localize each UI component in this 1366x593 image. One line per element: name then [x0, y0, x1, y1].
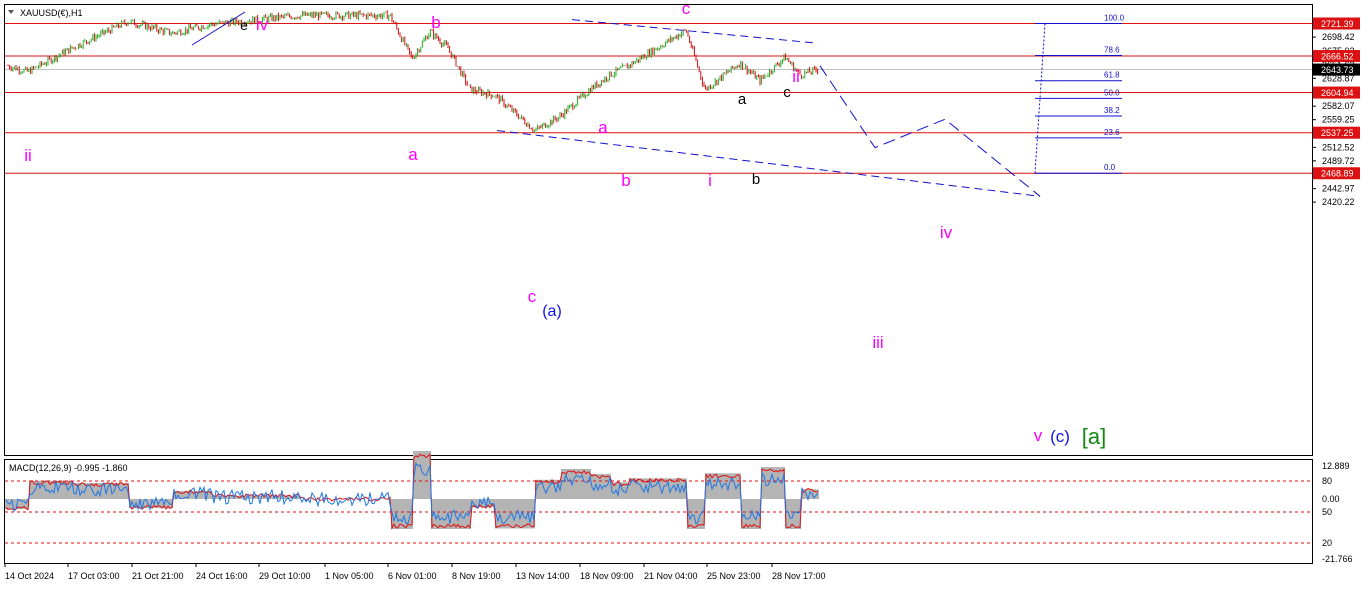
wave-label: c — [528, 287, 537, 306]
level-price-tag-label: 2537.25 — [1321, 128, 1354, 138]
wave-label: ii — [24, 146, 32, 165]
wave-label: iv — [940, 223, 953, 242]
symbol-label: XAUUSD(€),H1 — [20, 8, 83, 18]
macd-tick-label: -21.766 — [1322, 554, 1353, 564]
wave-label: a — [598, 118, 608, 137]
time-axis: 14 Oct 2024 17 Oct 03:00 21 Oct 21:00 24 Oc… — [4, 563, 826, 581]
wave-label: iv — [256, 15, 269, 34]
fib-level-label: 23.6 — [1104, 128, 1120, 137]
chart-window[interactable]: XAUUSD(€),H1 100.0 78.6 61.8 50.0 38.2 23.6 0.… — [0, 0, 1366, 588]
level-price-tag-label: 2468.89 — [1321, 169, 1354, 179]
time-tick-label: 29 Oct 10:00 — [259, 571, 311, 581]
fib-level-label: 50.0 — [1104, 88, 1120, 97]
price-tick-label: 2582.07 — [1322, 101, 1355, 111]
level-price-tag-label: 2721.39 — [1321, 19, 1354, 29]
time-tick-label: 25 Nov 23:00 — [707, 571, 761, 581]
wave-label: v — [1034, 426, 1043, 445]
macd-label: MACD(12,26,9) -0.995 -1.860 — [9, 463, 128, 473]
wave-label: b — [621, 171, 630, 190]
fib-level-label: 0.0 — [1104, 163, 1116, 172]
wave-label: a — [408, 145, 418, 164]
time-tick-label: 17 Oct 03:00 — [68, 571, 120, 581]
price-tick-label: 2698.42 — [1322, 32, 1355, 42]
fib-level-label: 78.6 — [1104, 46, 1120, 55]
fib-level-label: 100.0 — [1104, 14, 1125, 23]
macd-tick-label: 50 — [1322, 507, 1332, 517]
wave-label: b — [752, 171, 760, 188]
macd-tick-label: 80 — [1322, 476, 1332, 486]
fib-level-label: 38.2 — [1104, 106, 1120, 115]
wave-label: iii — [872, 333, 883, 352]
time-tick-label: 21 Oct 21:00 — [132, 571, 184, 581]
price-tick-label: 2559.25 — [1322, 115, 1355, 125]
wave-label: [a] — [1082, 424, 1106, 449]
time-tick-label: 8 Nov 19:00 — [452, 571, 501, 581]
time-tick-label: 24 Oct 16:00 — [196, 571, 248, 581]
macd-tick-label: 20 — [1322, 538, 1332, 548]
wave-label: e — [240, 17, 248, 33]
wave-label: b — [431, 13, 440, 32]
fib-level-label: 61.8 — [1104, 71, 1120, 80]
time-tick-label: 13 Nov 14:00 — [516, 571, 570, 581]
price-tick-label: 2512.52 — [1322, 142, 1355, 152]
wave-label: a — [738, 91, 747, 108]
wave-label: c — [682, 0, 691, 18]
price-tick-label: 2442.97 — [1322, 184, 1355, 194]
time-tick-label: 1 Nov 05:00 — [325, 571, 374, 581]
time-tick-label: 18 Nov 09:00 — [580, 571, 634, 581]
level-price-tag-label: 2604.94 — [1321, 88, 1354, 98]
time-tick-label: 6 Nov 01:00 — [388, 571, 437, 581]
price-tick-label: 2489.72 — [1322, 156, 1355, 166]
macd-tick-label: 12.889 — [1322, 461, 1350, 471]
wave-label: c — [783, 84, 791, 101]
wave-label: (a) — [542, 303, 562, 320]
current-price-tag-label: 2643.73 — [1321, 65, 1354, 75]
chart-svg[interactable]: XAUUSD(€),H1 100.0 78.6 61.8 50.0 38.2 23.6 0.… — [0, 0, 1366, 588]
wave-label: (c) — [1050, 427, 1070, 446]
time-tick-label: 28 Nov 17:00 — [772, 571, 826, 581]
wave-label: ii — [792, 67, 800, 86]
price-tick-label: 2420.22 — [1322, 197, 1355, 207]
time-tick-label: 14 Oct 2024 — [5, 571, 54, 581]
level-price-tag-label: 2666.52 — [1321, 52, 1354, 62]
price-axis: 2698.422675.022651.622628.872582.072559.… — [1312, 17, 1360, 207]
wave-label: i — [708, 171, 712, 190]
macd-tick-label: 0.00 — [1322, 494, 1340, 504]
time-tick-label: 21 Nov 04:00 — [644, 571, 698, 581]
